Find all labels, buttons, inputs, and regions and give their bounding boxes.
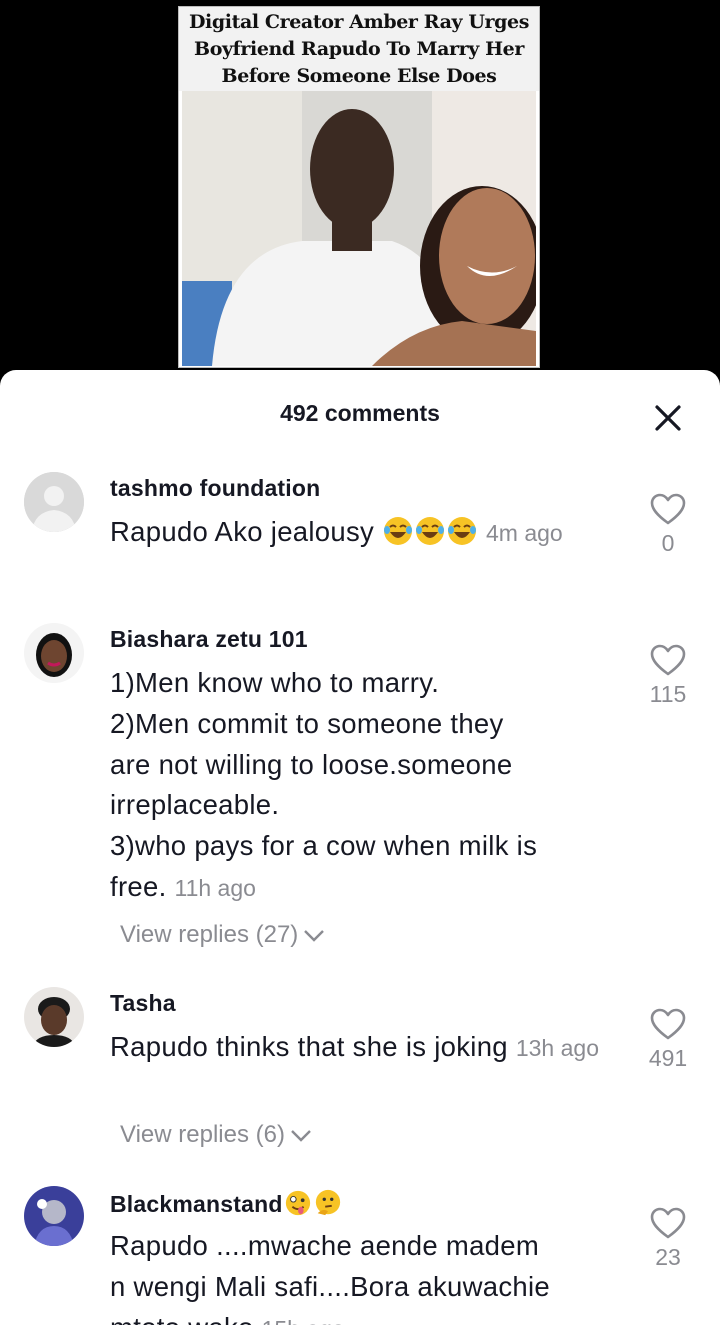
comment-username[interactable]: Biashara zetu 101 — [110, 626, 308, 653]
comment-item: Biashara zetu 101 1)Men know who to marr… — [0, 623, 720, 963]
like-count: 491 — [648, 1045, 688, 1071]
comment-item: tashmo foundation Rapudo Ako jealousy 4m… — [0, 472, 720, 602]
comment-username[interactable]: Blackmanstand — [110, 1189, 343, 1218]
comment-line: mtoto wako — [110, 1312, 254, 1325]
comment-line: irreplaceable. — [110, 789, 280, 821]
like-button[interactable]: 491 — [640, 1007, 696, 1072]
comment-time: 13h ago — [515, 1035, 599, 1061]
view-replies-label: View replies (27) — [120, 921, 299, 948]
comment-text: Rapudo Ako jealousy 4m ago — [110, 512, 620, 554]
comment-item: Blackmanstand Rapudo ....mwache aende ma… — [0, 1186, 720, 1325]
chevron-down-icon — [304, 930, 325, 942]
comment-line: are not willing to loose.someone — [110, 748, 513, 780]
thinking-face-icon — [315, 1189, 340, 1216]
comment-time: 15h ago — [262, 1316, 345, 1325]
close-icon[interactable] — [652, 402, 684, 434]
default-user-icon — [24, 472, 84, 532]
username-label: Blackmanstand — [110, 1191, 283, 1217]
comment-line: Rapudo ....mwache aende madem — [110, 1230, 540, 1261]
comment-body: Rapudo Ako jealousy — [110, 516, 383, 547]
user-photo-icon — [24, 623, 84, 683]
like-count: 23 — [655, 1244, 681, 1270]
avatar[interactable] — [24, 623, 84, 683]
comments-count: 492 comments — [280, 400, 440, 426]
heart-icon — [650, 1008, 686, 1040]
comment-line: free. — [110, 870, 167, 902]
user-photo-icon — [24, 1186, 84, 1246]
like-count: 0 — [661, 530, 675, 556]
comment-item: Tasha Rapudo thinks that she is joking 1… — [0, 987, 720, 1167]
zany-face-icon — [285, 1190, 310, 1216]
comment-line: n wengi Mali safi....Bora akuwachie — [110, 1270, 551, 1302]
face-with-tears-of-joy-icon — [384, 517, 413, 545]
view-replies-button[interactable]: View replies (27) — [120, 921, 326, 949]
comment-time: 4m ago — [485, 520, 563, 546]
comment-username[interactable]: Tasha — [110, 990, 176, 1017]
comments-header: 492 comments — [0, 370, 720, 460]
comments-sheet: 492 comments tashmo foundation Rapudo Ak… — [0, 370, 720, 1325]
comment-line: 1)Men know who to marry. — [110, 667, 440, 698]
like-button[interactable]: 23 — [640, 1206, 696, 1271]
comment-line: 2)Men commit to someone they — [110, 707, 504, 739]
heart-icon — [650, 493, 686, 525]
comment-line: 3)who pays for a cow when milk is — [110, 830, 538, 862]
view-replies-label: View replies (6) — [120, 1121, 285, 1148]
view-replies-button[interactable]: View replies (6) — [120, 1121, 313, 1149]
comment-body: Rapudo thinks that she is joking — [110, 1031, 508, 1062]
default-avatar[interactable] — [24, 472, 84, 532]
heart-icon — [650, 1207, 686, 1239]
chevron-down-icon — [291, 1130, 311, 1142]
video-headline: Digital Creator Amber Ray Urges Boyfrien… — [179, 7, 539, 91]
heart-icon — [650, 644, 686, 676]
comment-time: 11h ago — [174, 874, 256, 901]
comment-text: 1)Men know who to marry. 2)Men commit to… — [110, 663, 620, 909]
avatar[interactable] — [24, 1186, 84, 1246]
video-photo — [182, 91, 536, 366]
face-with-tears-of-joy-icon — [448, 517, 477, 545]
video-player[interactable]: Digital Creator Amber Ray Urges Boyfrien… — [0, 0, 720, 380]
face-with-tears-of-joy-icon — [416, 517, 445, 545]
comment-text: Rapudo ....mwache aende madem n wengi Ma… — [110, 1226, 620, 1325]
avatar[interactable] — [24, 987, 84, 1047]
like-button[interactable]: 0 — [640, 492, 696, 557]
like-button[interactable]: 115 — [640, 643, 696, 708]
comment-text: Rapudo thinks that she is joking 13h ago — [110, 1027, 620, 1069]
like-count: 115 — [649, 681, 687, 707]
video-thumbnail: Digital Creator Amber Ray Urges Boyfrien… — [178, 6, 540, 368]
comment-username[interactable]: tashmo foundation — [110, 475, 320, 502]
user-photo-icon — [24, 987, 84, 1047]
